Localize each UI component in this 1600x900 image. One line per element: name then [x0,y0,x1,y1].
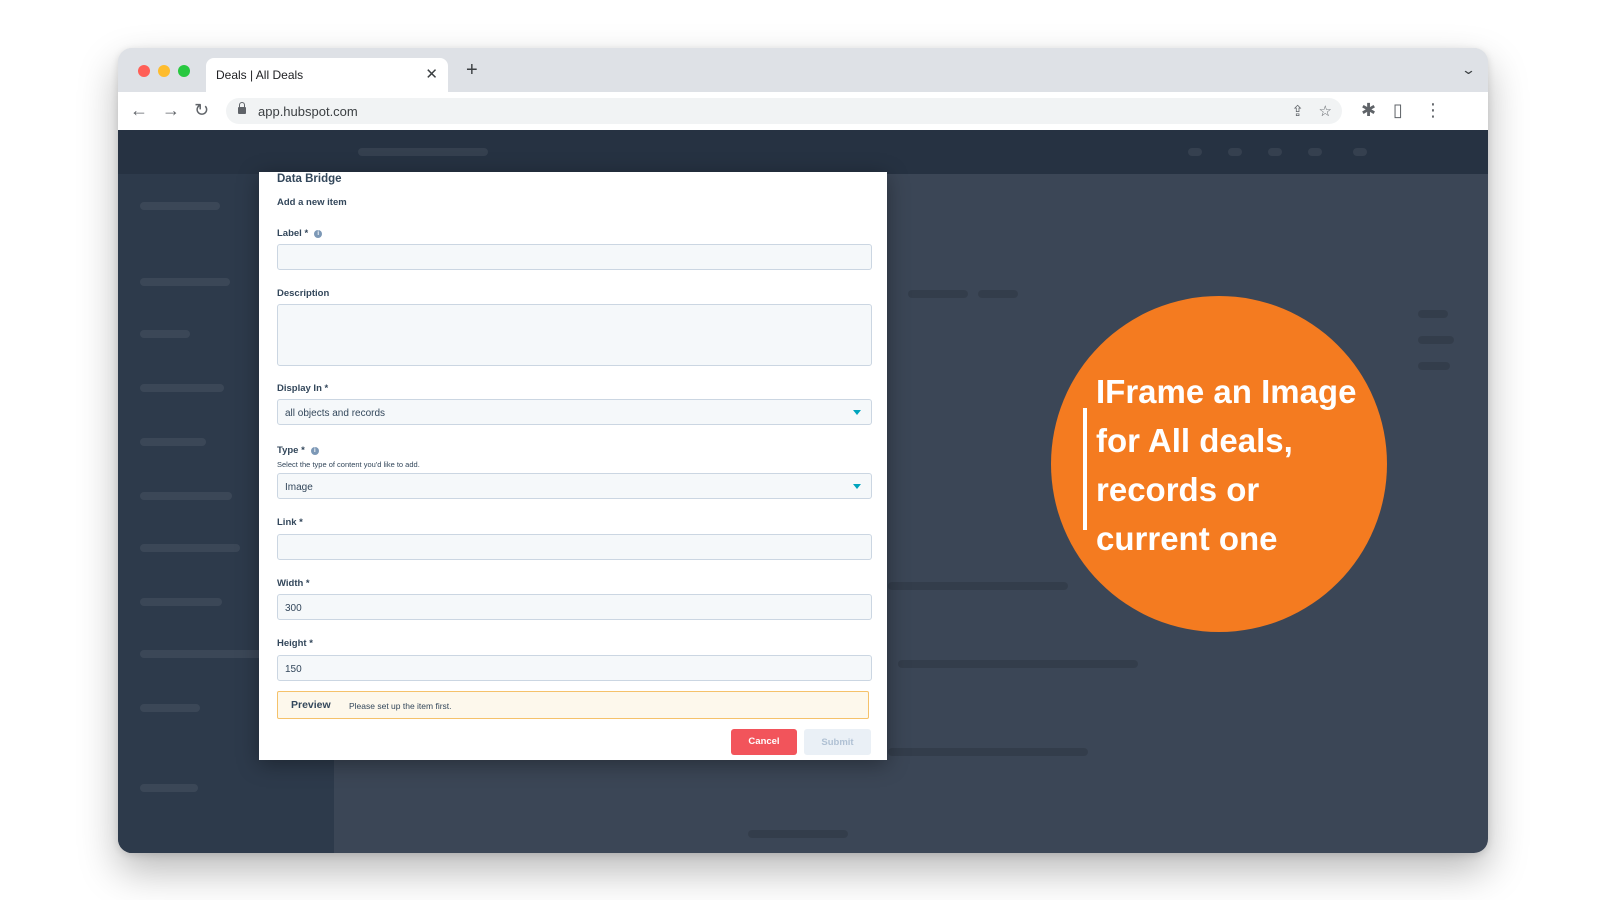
description-field-label: Description [277,288,330,299]
browser-menu-icon[interactable]: ⋮ [1424,100,1442,120]
sidebar-item [140,202,220,210]
top-nav-icon [1353,148,1367,156]
top-nav-icon [1268,148,1282,156]
type-select[interactable]: Image [277,473,872,499]
lock-icon [238,102,246,114]
background-text [898,660,1138,668]
type-value: Image [285,482,313,493]
width-input[interactable]: 300 [277,594,872,620]
sidebar-item [140,492,232,500]
sidebar-item [140,544,240,552]
modal-title: Data Bridge [277,173,342,185]
caret-down-icon [853,484,861,489]
reload-icon[interactable]: ↻ [194,100,209,120]
share-icon[interactable]: ⇪ [1291,102,1304,120]
top-nav-icon [1188,148,1202,156]
tab-strip: Deals | All Deals ✕ + ⌄ [118,48,1488,92]
callout-text: IFrame an Image for All deals, records o… [1096,367,1386,563]
forward-arrow-icon[interactable]: → [162,100,180,120]
background-text [1418,362,1450,370]
link-field-label: Link * [277,517,303,528]
sidebar-item [140,704,200,712]
label-input[interactable] [277,244,872,270]
preview-title: Preview [291,699,331,711]
preview-panel: Preview Please set up the item first. [277,691,869,719]
label-field-label: Label * i [277,228,323,239]
address-bar[interactable]: app.hubspot.com ⇪ ☆ [226,98,1342,124]
link-input[interactable] [277,534,872,560]
sidebar-item [140,278,230,286]
top-nav-icon [1228,148,1242,156]
background-text [1418,336,1454,344]
sidebar-item [140,598,222,606]
sidebar-item [140,650,270,658]
callout-line: current one [1096,520,1278,557]
submit-button[interactable]: Submit [804,729,871,755]
new-tab-button[interactable]: + [466,59,478,82]
display-in-value: all objects and records [285,408,386,419]
side-panel-icon[interactable]: ▯ [1393,100,1403,120]
display-in-field-label: Display In * [277,383,329,394]
sidebar-item [140,784,198,792]
hubspot-top-nav [118,130,1488,174]
callout-line: records or [1096,471,1260,508]
callout-accent-bar [1083,408,1087,530]
star-icon[interactable]: ☆ [1319,102,1332,120]
tab-deals[interactable]: Deals | All Deals ✕ [206,58,448,92]
back-arrow-icon[interactable]: ← [130,100,148,120]
sidebar-item [140,438,206,446]
url-text: app.hubspot.com [258,104,358,119]
background-text [748,830,848,838]
sidebar-item [140,330,190,338]
display-in-select[interactable]: all objects and records [277,399,872,425]
callout-line: for All deals, [1096,422,1293,459]
height-input[interactable]: 150 [277,655,872,681]
data-bridge-modal: Data Bridge Add a new item Label * i Desc… [259,172,887,760]
close-window-icon[interactable] [138,65,150,77]
info-icon[interactable]: i [310,447,319,455]
background-text [888,582,1068,590]
info-icon[interactable]: i [314,230,323,238]
preview-message: Please set up the item first. [349,701,452,711]
modal-subtitle: Add a new item [277,197,347,208]
browser-toolbar: ← → ↻ app.hubspot.com ⇪ ☆ ✱ ▯ ⋮ [118,92,1488,130]
caret-down-icon [853,410,861,415]
tab-title: Deals | All Deals [216,68,304,82]
close-tab-icon[interactable]: ✕ [425,65,438,83]
background-text [908,290,968,298]
top-nav-search-placeholder [358,148,488,156]
width-field-label: Width * [277,578,310,589]
minimize-window-icon[interactable] [158,65,170,77]
type-field-label: Type * i [277,445,319,456]
chevron-down-icon[interactable]: ⌄ [1461,62,1476,78]
type-help-text: Select the type of content you'd like to… [277,460,420,469]
extensions-puzzle-icon[interactable]: ✱ [1361,100,1376,120]
background-text [978,290,1018,298]
cancel-button[interactable]: Cancel [731,729,797,755]
sidebar-item [140,384,224,392]
label-field-text: Label * [277,228,309,239]
description-textarea[interactable] [277,304,872,366]
type-field-text: Type * [277,445,305,456]
background-text [1418,310,1448,318]
callout-line: IFrame an Image [1096,373,1357,410]
maximize-window-icon[interactable] [178,65,190,77]
top-nav-icon [1308,148,1322,156]
height-field-label: Height * [277,638,313,649]
background-text [888,748,1088,756]
